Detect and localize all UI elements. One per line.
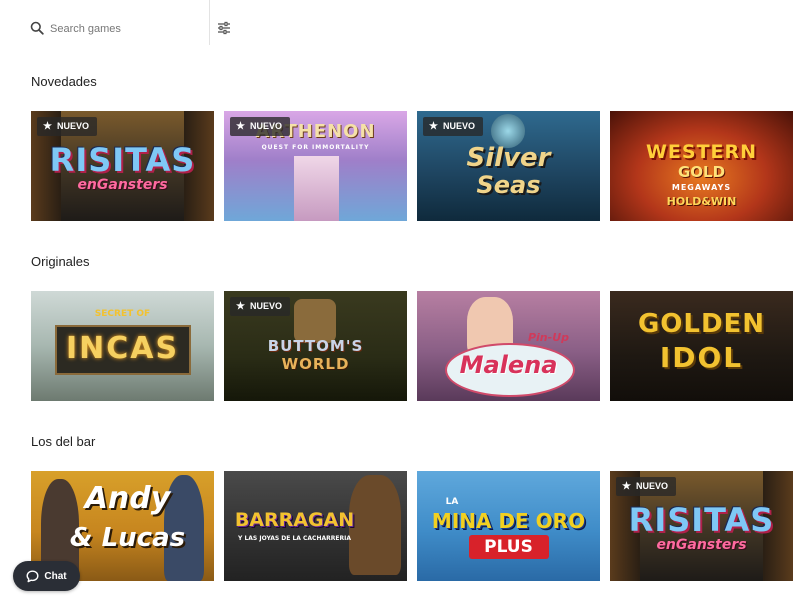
chat-label: Chat bbox=[44, 570, 67, 582]
game-tag: LA bbox=[445, 497, 459, 507]
game-tile-barragan[interactable]: BARRAGAN Y LAS JOYAS DE LA CACHARRERIA bbox=[224, 471, 407, 581]
new-badge: ★ NUEVO bbox=[423, 117, 483, 136]
game-subtitle: WORLD bbox=[281, 355, 350, 373]
game-tag: MEGAWAYS bbox=[671, 183, 732, 192]
game-title: MINA DE ORO bbox=[431, 509, 586, 533]
game-subtitle: IDOL bbox=[659, 341, 744, 374]
star-icon: ★ bbox=[429, 120, 438, 132]
game-title: WESTERN bbox=[645, 141, 758, 163]
search-bar bbox=[0, 0, 800, 60]
star-icon: ★ bbox=[236, 120, 245, 132]
game-subtitle: enGansters bbox=[77, 177, 168, 193]
game-tile-parthenon[interactable]: ARTHENON QUEST FOR IMMORTALITY ★ NUEVO bbox=[224, 111, 407, 221]
filter-icon[interactable] bbox=[216, 20, 232, 36]
new-badge: ★ NUEVO bbox=[230, 117, 290, 136]
search-input[interactable] bbox=[50, 18, 200, 40]
game-tile-western-gold[interactable]: WESTERN GOLD MEGAWAYS HOLD&WIN bbox=[610, 111, 793, 221]
game-title: RISITAS bbox=[49, 141, 196, 179]
game-title: RISITAS bbox=[628, 501, 775, 539]
star-icon: ★ bbox=[236, 300, 245, 312]
game-tile-secret-of-incas[interactable]: SECRET OF INCAS bbox=[31, 291, 214, 401]
game-title: GOLDEN bbox=[637, 309, 766, 339]
new-badge: ★ NUEVO bbox=[616, 477, 676, 496]
game-subtitle: QUEST FOR IMMORTALITY bbox=[261, 144, 370, 151]
game-subtitle: enGansters bbox=[656, 537, 747, 553]
game-subtitle: Y LAS JOYAS DE LA CACHARRERIA bbox=[238, 535, 351, 542]
game-title: BARRAGAN bbox=[234, 509, 355, 531]
section-title-novedades: Novedades bbox=[31, 74, 97, 89]
chat-button[interactable]: Chat bbox=[13, 561, 80, 591]
section-title-originales: Originales bbox=[31, 254, 90, 269]
star-icon: ★ bbox=[43, 120, 52, 132]
search-icon[interactable] bbox=[30, 21, 44, 35]
game-title: Malena bbox=[459, 351, 558, 379]
game-tile-la-mina-de-oro-plus[interactable]: LA MINA DE ORO PLUS bbox=[417, 471, 600, 581]
game-title: Silver bbox=[466, 143, 551, 173]
game-tile-risitas-2[interactable]: RISITAS enGansters ★ NUEVO bbox=[610, 471, 793, 581]
game-title: Andy bbox=[84, 481, 171, 516]
game-tile-golden-idol[interactable]: GOLDEN IDOL bbox=[610, 291, 793, 401]
game-title: INCAS bbox=[65, 331, 180, 366]
game-tile-risitas[interactable]: RISITAS enGansters ★ NUEVO bbox=[31, 111, 214, 221]
game-tile-pin-up-malena[interactable]: Pin-Up Malena bbox=[417, 291, 600, 401]
new-badge: ★ NUEVO bbox=[230, 297, 290, 316]
new-badge: ★ NUEVO bbox=[37, 117, 97, 136]
game-tile-buttoms-world[interactable]: BUTTOM'S WORLD ★ NUEVO bbox=[224, 291, 407, 401]
star-icon: ★ bbox=[622, 480, 631, 492]
search-divider bbox=[209, 0, 210, 45]
game-subtitle: & Lucas bbox=[69, 523, 186, 553]
game-title: BUTTOM'S bbox=[267, 337, 364, 355]
game-subtitle: Pin-Up bbox=[527, 331, 570, 344]
game-subtitle: PLUS bbox=[484, 537, 533, 557]
game-subtitle: Seas bbox=[476, 171, 541, 199]
section-title-los-del-bar: Los del bar bbox=[31, 434, 96, 449]
game-tag: HOLD&WIN bbox=[666, 195, 737, 208]
game-tile-silver-seas[interactable]: Silver Seas ★ NUEVO bbox=[417, 111, 600, 221]
game-subtitle: GOLD bbox=[677, 163, 726, 181]
game-subtitle: SECRET OF bbox=[94, 309, 151, 319]
chat-bubble-icon bbox=[26, 570, 39, 582]
